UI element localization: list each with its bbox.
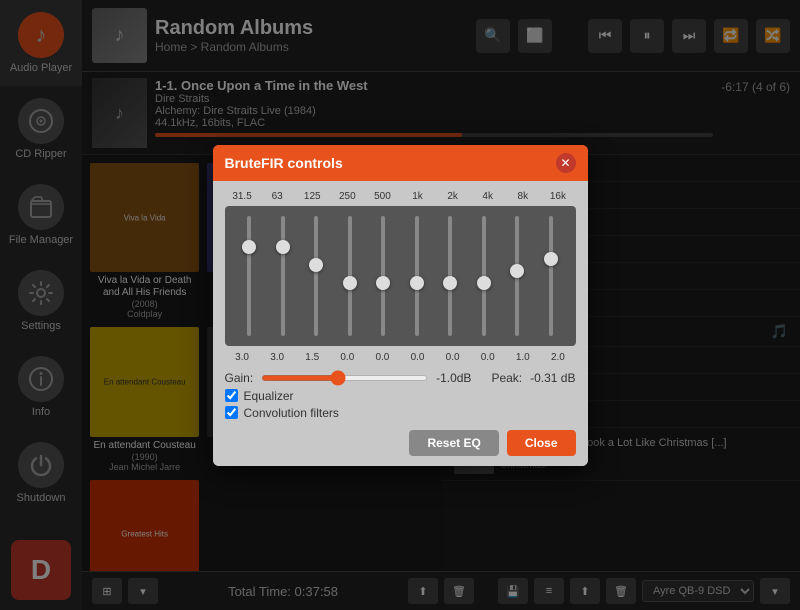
band-label-4: 500 [367,191,397,202]
band-value-8: 1.0 [508,352,538,363]
band-label-2: 125 [297,191,327,202]
close-eq-button[interactable]: Close [507,430,576,456]
eq-sliders [225,206,576,346]
band-value-3: 0.0 [332,352,362,363]
eq-slider-8[interactable] [503,216,531,336]
peak-label: Peak: [491,371,522,385]
modal-title: BruteFIR controls [225,155,343,171]
equalizer-checkbox-row[interactable]: Equalizer [225,389,576,403]
band-value-2: 1.5 [297,352,327,363]
modal-close-button[interactable]: ✕ [556,153,576,173]
eq-bands-header: 31.5 63 125 250 500 1k 2k 4k 8k 16k [225,191,576,202]
eq-buttons: Reset EQ Close [225,430,576,456]
equalizer-label: Equalizer [244,389,294,403]
modal-body: 31.5 63 125 250 500 1k 2k 4k 8k 16k [213,181,588,466]
eq-slider-5[interactable] [403,216,431,336]
eq-slider-4[interactable] [369,216,397,336]
band-label-5: 1k [403,191,433,202]
modal-header: BruteFIR controls ✕ [213,145,588,181]
band-value-1: 3.0 [262,352,292,363]
band-label-9: 16k [543,191,573,202]
eq-slider-3[interactable] [336,216,364,336]
band-value-6: 0.0 [438,352,468,363]
gain-label: Gain: [225,371,254,385]
band-value-5: 0.0 [403,352,433,363]
band-label-3: 250 [332,191,362,202]
gain-value: -1.0dB [436,371,471,385]
convolution-checkbox-row[interactable]: Convolution filters [225,406,576,420]
band-value-7: 0.0 [473,352,503,363]
band-label-0: 31.5 [227,191,257,202]
eq-checkboxes: Equalizer Convolution filters [225,389,576,420]
modal-overlay: BruteFIR controls ✕ 31.5 63 125 250 500 … [0,0,800,610]
brutfir-modal: BruteFIR controls ✕ 31.5 63 125 250 500 … [213,145,588,466]
eq-slider-1[interactable] [269,216,297,336]
band-label-6: 2k [438,191,468,202]
convolution-checkbox[interactable] [225,406,238,419]
equalizer-checkbox[interactable] [225,389,238,402]
band-label-7: 4k [473,191,503,202]
gain-row: Gain: -1.0dB Peak: -0.31 dB [225,371,576,385]
eq-values: 3.0 3.0 1.5 0.0 0.0 0.0 0.0 0.0 1.0 2.0 [225,352,576,363]
band-label-1: 63 [262,191,292,202]
eq-slider-2[interactable] [302,216,330,336]
band-value-9: 2.0 [543,352,573,363]
convolution-label: Convolution filters [244,406,339,420]
gain-slider[interactable] [261,375,428,381]
eq-slider-9[interactable] [537,216,565,336]
eq-slider-0[interactable] [235,216,263,336]
eq-slider-7[interactable] [470,216,498,336]
reset-eq-button[interactable]: Reset EQ [409,430,498,456]
band-label-8: 8k [508,191,538,202]
peak-value: -0.31 dB [530,371,575,385]
band-value-0: 3.0 [227,352,257,363]
band-value-4: 0.0 [367,352,397,363]
eq-slider-6[interactable] [436,216,464,336]
